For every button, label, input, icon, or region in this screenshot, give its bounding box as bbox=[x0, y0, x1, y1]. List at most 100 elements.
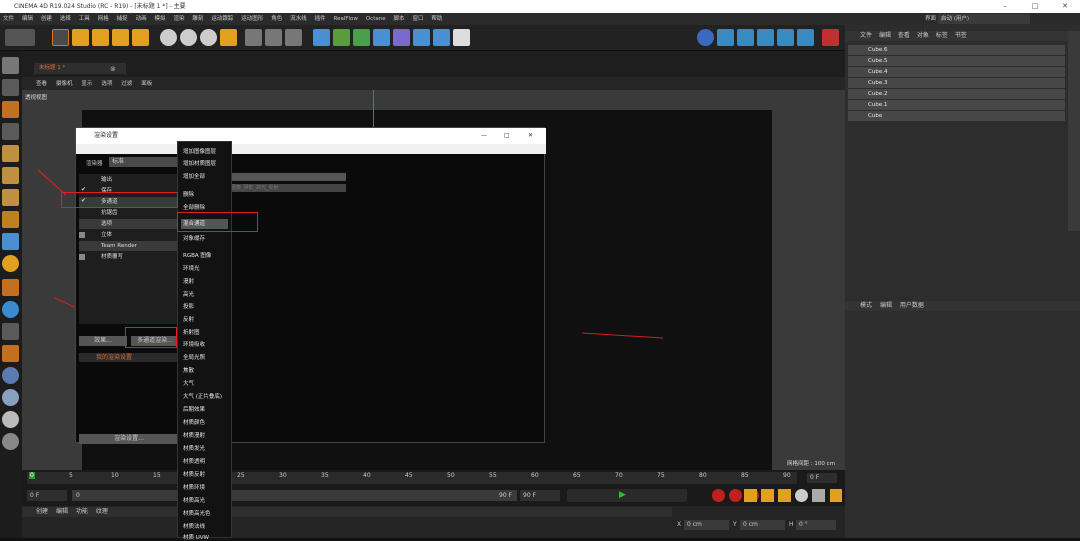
menu-item-material-normal[interactable]: 材质法线 bbox=[183, 522, 205, 530]
menu-item-specular[interactable]: 高光 bbox=[183, 290, 194, 298]
record-icon[interactable] bbox=[712, 489, 725, 502]
menu-item-delete[interactable]: 删除 bbox=[183, 190, 194, 198]
play-icon[interactable]: ▶ bbox=[619, 490, 626, 500]
stereo-checkbox[interactable] bbox=[79, 232, 85, 238]
playback-controls[interactable]: ▶ bbox=[567, 489, 687, 502]
menu-item-diffuse[interactable]: 漫射 bbox=[183, 277, 194, 285]
tick-label: 25 bbox=[237, 472, 245, 479]
object-row[interactable]: Cube.2 bbox=[848, 89, 1065, 99]
menu-item-caustics[interactable]: 焦散 bbox=[183, 366, 194, 374]
x-field[interactable]: 0 cm bbox=[684, 520, 729, 530]
om-menu-bookmarks[interactable]: 书签 bbox=[955, 32, 967, 39]
highlight-multipass-item bbox=[61, 192, 178, 208]
menu-item-atmosphere[interactable]: 大气 bbox=[183, 379, 194, 387]
menu-item-material-environment[interactable]: 材质环境 bbox=[183, 483, 205, 491]
menu-item-material-luminance[interactable]: 材质发光 bbox=[183, 444, 205, 452]
menu-item-add-image-layer[interactable]: 增加图像图层 bbox=[183, 147, 216, 155]
autokey-icon[interactable] bbox=[729, 489, 742, 502]
parameter-key-icon[interactable] bbox=[795, 489, 808, 502]
menu-item-object-buffer[interactable]: 对象缓存 bbox=[183, 234, 205, 242]
timeline-ruler[interactable]: 0 5 10 15 20 25 30 35 40 45 50 55 60 65 … bbox=[27, 472, 797, 484]
tick-label: 80 bbox=[699, 472, 707, 479]
object-row[interactable]: Cube.3 bbox=[848, 78, 1065, 88]
object-row[interactable]: Cube bbox=[848, 111, 1065, 121]
rotation-key-icon[interactable] bbox=[778, 489, 791, 502]
y-label: Y bbox=[733, 521, 737, 528]
list-item-material-override[interactable]: 材质覆写 bbox=[79, 252, 179, 262]
menu-item-delete-all[interactable]: 全部删除 bbox=[183, 203, 205, 211]
om-menu-edit[interactable]: 编辑 bbox=[879, 32, 891, 39]
material-override-checkbox[interactable] bbox=[79, 254, 85, 260]
menu-item-atmosphere-multiply[interactable]: 大气 (正片叠底) bbox=[183, 392, 222, 400]
tick-label: 65 bbox=[573, 472, 581, 479]
y-field[interactable]: 0 cm bbox=[740, 520, 785, 530]
object-row[interactable]: Cube.1 bbox=[848, 100, 1065, 110]
tick-label: 70 bbox=[615, 472, 623, 479]
h-field[interactable]: 0 ° bbox=[796, 520, 836, 530]
mat-menu-edit[interactable]: 编辑 bbox=[56, 508, 68, 515]
timeline-slider[interactable]: 0 90 F bbox=[72, 490, 517, 501]
end-frame-field[interactable]: 90 F bbox=[520, 490, 560, 501]
effect-button[interactable]: 效果... bbox=[79, 336, 127, 346]
am-menu-userdata[interactable]: 用户数据 bbox=[900, 302, 924, 309]
object-row[interactable]: Cube.6 bbox=[848, 45, 1065, 55]
menu-item-shadow[interactable]: 投影 bbox=[183, 302, 194, 310]
menu-item-material-transparency[interactable]: 材质透明 bbox=[183, 457, 205, 465]
om-menu-file[interactable]: 文件 bbox=[860, 32, 872, 39]
object-row[interactable]: Cube.4 bbox=[848, 67, 1065, 77]
menu-item-reflection[interactable]: 反射 bbox=[183, 315, 194, 323]
list-item-antialiasing[interactable]: 抗锯齿 bbox=[79, 208, 179, 218]
right-panel: 文件 编辑 查看 对象 标签 书签 Cube.6 Cube.5 Cube.4 C… bbox=[845, 25, 1080, 538]
list-item-team-render[interactable]: Team Render bbox=[79, 241, 179, 251]
object-name: Cube.2 bbox=[868, 91, 888, 97]
mat-menu-create[interactable]: 创建 bbox=[36, 508, 48, 515]
menu-item-post-effects[interactable]: 后期效果 bbox=[183, 405, 205, 413]
attribute-manager-menu: 模式 编辑 用户数据 bbox=[845, 301, 1080, 311]
list-item-output[interactable]: 输出 bbox=[79, 175, 179, 185]
right-side-tabs[interactable] bbox=[1068, 31, 1080, 231]
object-name: Cube bbox=[868, 113, 883, 119]
my-render-settings[interactable]: 我的渲染设置 bbox=[79, 353, 179, 362]
menu-item-material-uvw[interactable]: 材质 UVW bbox=[183, 533, 209, 541]
mat-menu-function[interactable]: 功能 bbox=[76, 508, 88, 515]
key-type-controls[interactable] bbox=[744, 489, 844, 502]
tick-label: 90 bbox=[783, 472, 791, 479]
menu-item-material-diffusion[interactable]: 材质漫射 bbox=[183, 431, 205, 439]
dialog-maximize-button[interactable]: □ bbox=[504, 128, 510, 144]
renderer-select[interactable]: 标准 bbox=[109, 157, 177, 167]
menu-item-add-all[interactable]: 增加全部 bbox=[183, 172, 205, 180]
menu-item-material-specular-color[interactable]: 材质高光色 bbox=[183, 509, 211, 517]
menu-item-material-reflection[interactable]: 材质反射 bbox=[183, 470, 205, 478]
current-frame-field[interactable]: 0 F bbox=[807, 473, 837, 483]
object-name: Cube.3 bbox=[868, 80, 888, 86]
position-key-icon[interactable] bbox=[744, 489, 757, 502]
pla-key-icon[interactable] bbox=[812, 489, 825, 502]
om-menu-view[interactable]: 查看 bbox=[898, 32, 910, 39]
menu-item-material-specular[interactable]: 材质高光 bbox=[183, 496, 205, 504]
object-name: Cube.6 bbox=[868, 47, 888, 53]
am-menu-mode[interactable]: 模式 bbox=[860, 302, 872, 309]
object-manager-menu: 文件 编辑 查看 对象 标签 书签 bbox=[845, 31, 1080, 41]
object-name: Cube.5 bbox=[868, 58, 888, 64]
dialog-close-button[interactable]: ✕ bbox=[528, 128, 533, 144]
mat-menu-texture[interactable]: 纹理 bbox=[96, 508, 108, 515]
dialog-minimize-button[interactable]: — bbox=[481, 128, 487, 144]
om-menu-tags[interactable]: 标签 bbox=[936, 32, 948, 39]
menu-item-global-illumination[interactable]: 全局光照 bbox=[183, 353, 205, 361]
menu-item-add-material-layer[interactable]: 增加材质图层 bbox=[183, 159, 216, 167]
menu-item-ambient[interactable]: 环境光 bbox=[183, 264, 200, 272]
om-menu-objects[interactable]: 对象 bbox=[917, 32, 929, 39]
am-menu-edit[interactable]: 编辑 bbox=[880, 302, 892, 309]
menu-item-ambient-occlusion[interactable]: 环境吸收 bbox=[183, 340, 205, 348]
list-item-stereo[interactable]: 立体 bbox=[79, 230, 179, 240]
start-frame-field[interactable]: 0 F bbox=[27, 490, 67, 501]
list-item-options[interactable]: 选项 bbox=[79, 219, 179, 229]
menu-item-rgba-image[interactable]: RGBA 图像 bbox=[183, 251, 211, 259]
object-row[interactable]: Cube.5 bbox=[848, 56, 1065, 66]
timeline-menu-icon[interactable] bbox=[830, 489, 842, 502]
menu-item-material-color[interactable]: 材质颜色 bbox=[183, 418, 205, 426]
render-settings-button[interactable]: 渲染设置... bbox=[79, 434, 179, 444]
menu-item-refraction[interactable]: 折射图 bbox=[183, 328, 200, 336]
scale-key-icon[interactable] bbox=[761, 489, 774, 502]
object-name: Cube.1 bbox=[868, 102, 888, 108]
